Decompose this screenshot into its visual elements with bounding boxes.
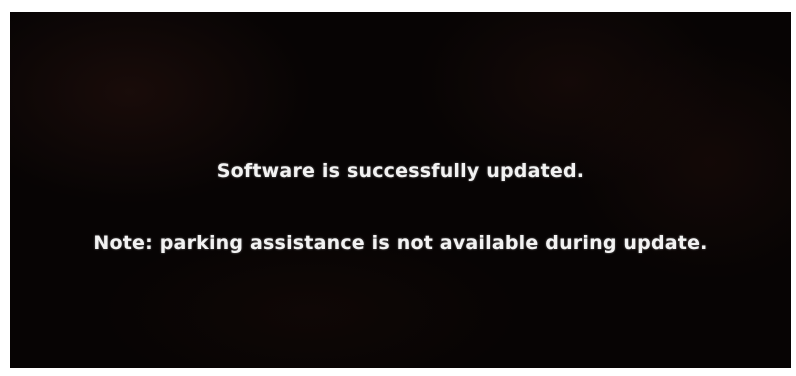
update-success-message: Software is successfully updated. (216, 160, 585, 182)
update-status-screen: Software is successfully updated. Note: … (10, 12, 791, 368)
parking-assistance-note: Note: parking assistance is not availabl… (93, 232, 708, 254)
